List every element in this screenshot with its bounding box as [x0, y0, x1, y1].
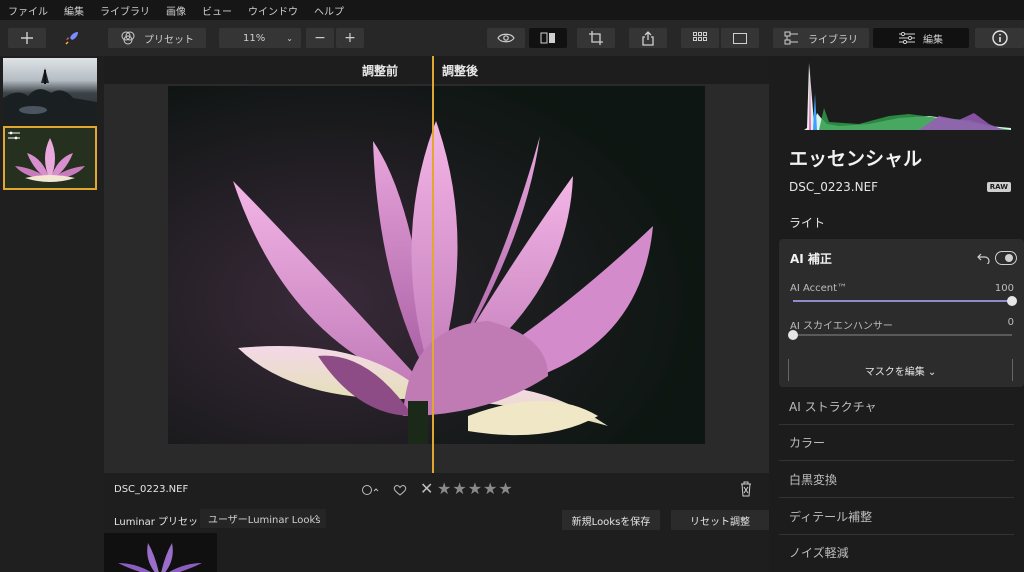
ai-sky-label: AI スカイエンハンサー [790, 321, 893, 332]
grid-icon [693, 32, 707, 41]
plus-icon [21, 32, 33, 44]
ai-sky-value[interactable]: 0 [1008, 317, 1014, 328]
zoom-value: 11% [243, 32, 266, 44]
ai-accent-knob[interactable] [1007, 296, 1017, 306]
compare-split-handle[interactable] [432, 56, 434, 473]
histogram [799, 58, 1014, 132]
share-button[interactable] [629, 28, 667, 48]
tool-black-white[interactable]: 白黒変換 [789, 471, 837, 488]
ai-accent-slider[interactable] [793, 296, 1017, 306]
edited-indicator-icon [8, 131, 20, 140]
tool-detail[interactable]: ディテール補整 [789, 508, 872, 525]
reject-icon[interactable]: ✕ [420, 479, 433, 498]
compare-button[interactable] [529, 28, 567, 48]
presets-title: Luminar プリセット [114, 517, 209, 528]
tool-color[interactable]: カラー [789, 434, 825, 451]
thumbnail-lotus[interactable] [3, 126, 97, 190]
thumbnail-coast[interactable] [3, 58, 97, 122]
panel-title: エッセンシャル [789, 148, 923, 170]
zoom-out-button[interactable]: − [306, 28, 334, 48]
toolbar: プリセット 11% ⌄ − + ライブラリ 編集 [0, 20, 1024, 56]
presets-dropdown-value: ユーザーLuminar Looks [208, 515, 321, 526]
library-icon [784, 31, 798, 45]
visibility-toggle-icon[interactable] [995, 251, 1017, 265]
before-label: 調整前 [362, 64, 399, 78]
image-info-bar: DSC_0223.NEF ✕ ★★★★★ [104, 473, 769, 507]
tool-light[interactable]: ライト [789, 214, 825, 231]
raw-badge: RAW [986, 182, 1011, 192]
presets-button[interactable]: プリセット [108, 28, 206, 48]
menu-edit[interactable]: 編集 [64, 3, 84, 18]
ai-accent-label: AI Accent™ [790, 283, 848, 294]
presets-label: プリセット [144, 34, 194, 46]
split-view-icon [540, 32, 555, 44]
rocket-icon [65, 32, 78, 45]
ai-enhance-title[interactable]: AI 補正 [790, 250, 832, 267]
zoom-select[interactable]: 11% ⌄ [219, 28, 301, 48]
quick-actions-button[interactable] [58, 28, 86, 48]
menu-bar: ファイル 編集 ライブラリ 画像 ビュー ウインドウ ヘルプ [0, 0, 1024, 20]
image-filename: DSC_0223.NEF [114, 484, 189, 495]
menu-window[interactable]: ウインドウ [248, 3, 298, 18]
preview-button[interactable] [487, 28, 525, 48]
library-label: ライブラリ [808, 34, 858, 46]
ai-accent-value[interactable]: 100 [995, 283, 1014, 294]
edit-tab[interactable]: 編集 [873, 28, 969, 48]
edit-panel: エッセンシャル DSC_0223.NEF RAW ライト AI 補正 AI Ac… [769, 56, 1024, 572]
divider [779, 534, 1014, 535]
ai-enhance-panel: AI 補正 AI Accent™ 100 AI スカイエンハンサー 0 マスクを… [779, 239, 1024, 387]
tool-noise-reduction[interactable]: ノイズ軽減 [789, 544, 849, 561]
tool-ai-structure[interactable]: AI ストラクチャ [789, 398, 876, 415]
divider [779, 497, 1014, 498]
menu-help[interactable]: ヘルプ [314, 3, 344, 18]
presets-dropdown[interactable]: ユーザーLuminar Looks ⌃ [200, 509, 326, 528]
menu-file[interactable]: ファイル [8, 3, 48, 18]
lotus-photo [168, 86, 705, 444]
single-view-button[interactable] [721, 28, 759, 48]
main-photo [168, 86, 705, 444]
ai-sky-knob[interactable] [788, 330, 798, 340]
crop-icon [589, 31, 603, 45]
info-button[interactable] [975, 28, 1024, 48]
image-canvas[interactable]: 調整前 調整後 [104, 56, 769, 473]
trash-icon[interactable] [740, 481, 752, 497]
color-label-icon[interactable] [361, 484, 381, 496]
presets-icon [121, 31, 135, 45]
compare-header: 調整前 調整後 [104, 56, 769, 84]
after-label: 調整後 [442, 64, 479, 78]
divider [779, 460, 1014, 461]
ai-sky-slider[interactable] [788, 330, 1012, 340]
ai-accent-fill [793, 300, 1012, 302]
coast-photo [3, 68, 97, 122]
star-rating[interactable]: ★★★★★ [437, 479, 514, 498]
info-icon [991, 30, 1008, 46]
grid-view-button[interactable] [681, 28, 719, 48]
reset-adjustments-button[interactable]: リセット調整 [671, 510, 769, 530]
menu-library[interactable]: ライブラリ [100, 3, 150, 18]
preset-preview-image [104, 533, 217, 572]
sliders-icon [899, 32, 915, 44]
chevron-up-icon: ⌃ [313, 514, 320, 523]
save-looks-button[interactable]: 新規Looksを保存 [562, 510, 660, 530]
undo-icon[interactable] [977, 252, 991, 264]
chevron-down-icon: ⌄ [286, 33, 293, 43]
crop-button[interactable] [577, 28, 615, 48]
heart-icon[interactable] [393, 484, 407, 496]
add-button[interactable] [8, 28, 46, 48]
edit-label: 編集 [923, 34, 943, 46]
zoom-in-button[interactable]: + [336, 28, 364, 48]
menu-image[interactable]: 画像 [166, 3, 186, 18]
filmstrip [0, 56, 104, 572]
single-image-icon [733, 32, 747, 44]
eye-icon [497, 33, 515, 43]
preset-thumbnail[interactable] [104, 533, 217, 572]
library-tab[interactable]: ライブラリ [773, 28, 869, 48]
panel-filename: DSC_0223.NEF [789, 180, 879, 194]
divider [779, 424, 1014, 425]
share-icon [642, 30, 654, 46]
menu-view[interactable]: ビュー [202, 3, 232, 18]
edit-mask-button[interactable]: マスクを編集 ⌄ [788, 359, 1013, 381]
presets-bar: Luminar プリセット ユーザーLuminar Looks ⌃ 新規Look… [104, 507, 769, 533]
